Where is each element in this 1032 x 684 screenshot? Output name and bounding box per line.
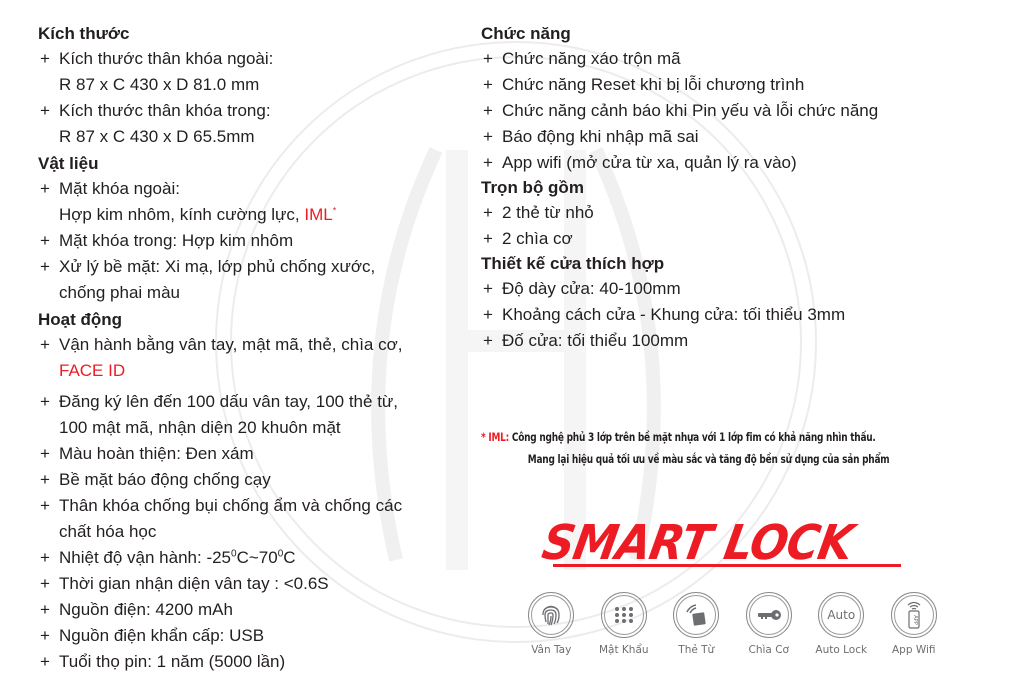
list-item: + App wifi (mở cửa từ xa, quản lý ra vào) — [481, 150, 1001, 176]
feature-auto-lock: Auto Auto Lock — [805, 592, 878, 656]
plus-bullet-icon: + — [40, 652, 50, 671]
list-item: + Nhiệt độ vận hành: -250C~700C — [38, 545, 478, 571]
list-item: + Kích thước thân khóa trong: R 87 x C 4… — [38, 98, 478, 150]
plus-bullet-icon: + — [483, 101, 493, 120]
section-functions: Chức năng + Chức năng xáo trộn mã + Chức n… — [481, 22, 1001, 176]
auto-lock-icon: Auto — [818, 592, 865, 638]
left-column: Kích thước + Kích thước thân khóa ngoài:… — [38, 22, 478, 675]
list-item: + Đố cửa: tối thiểu 100mm — [481, 328, 1001, 354]
plus-bullet-icon: + — [483, 153, 493, 172]
section-title: Hoạt động — [38, 310, 123, 329]
feature-label: Thẻ Từ — [678, 644, 715, 656]
list-item: + Độ dày cửa: 40-100mm — [481, 276, 1001, 302]
feature-fingerprint: Vân Tay — [515, 592, 588, 656]
feature-app-wifi: APP App Wifi — [878, 592, 951, 656]
plus-bullet-icon: + — [40, 49, 50, 68]
footnote-label: * IML: — [481, 430, 509, 444]
feature-keypad: Mật Khẩu — [588, 592, 661, 656]
keypad-icon — [600, 592, 647, 638]
list-item: + Nguồn điện: 4200 mAh — [38, 597, 478, 623]
list-item: + Thời gian nhận diện vân tay : <0.6S — [38, 571, 478, 597]
plus-bullet-icon: + — [483, 127, 493, 146]
list-item: + Xử lý bề mặt: Xi mạ, lớp phủ chống xướ… — [38, 254, 478, 306]
footnote-line-1: Công nghệ phủ 3 lớp trên bề mặt nhựa với… — [511, 430, 876, 444]
section-operation: Hoạt động + Vận hành bằng vân tay, mật m… — [38, 308, 478, 675]
list-item: + Đăng ký lên đến 100 dấu vân tay, 100 t… — [38, 389, 478, 441]
list-item: + Khoảng cách cửa - Khung cửa: tối thiểu … — [481, 302, 1001, 328]
plus-bullet-icon: + — [40, 392, 50, 411]
feature-label: App Wifi — [891, 644, 936, 656]
plus-bullet-icon: + — [483, 75, 493, 94]
section-title: Chức năng — [481, 24, 571, 43]
plus-bullet-icon: + — [483, 279, 493, 298]
fingerprint-icon — [528, 592, 575, 638]
list-item: + Vận hành bằng vân tay, mật mã, thẻ, ch… — [38, 332, 478, 384]
plus-bullet-icon: + — [40, 101, 50, 120]
section-package-contents: Trọn bộ gồm +2 thẻ từ nhỏ +2 chìa cơ — [481, 176, 1001, 252]
feature-label: Mật Khẩu — [598, 644, 649, 656]
section-title: Trọn bộ gồm — [481, 178, 584, 197]
feature-card: Thẻ Từ — [660, 592, 733, 656]
plus-bullet-icon: + — [40, 335, 50, 354]
list-item: + Tuổi thọ pin: 1 năm (5000 lần) — [38, 649, 478, 675]
plus-bullet-icon: + — [40, 600, 50, 619]
plus-bullet-icon: + — [40, 574, 50, 593]
key-icon — [745, 592, 792, 638]
plus-bullet-icon: + — [483, 203, 493, 222]
feature-label: Vân Tay — [531, 644, 572, 656]
plus-bullet-icon: + — [40, 179, 50, 198]
plus-bullet-icon: + — [483, 305, 493, 324]
feature-label: Chìa Cơ — [748, 644, 789, 656]
list-item: +2 thẻ từ nhỏ — [481, 200, 1001, 226]
section-dimensions: Kích thước + Kích thước thân khóa ngoài:… — [38, 22, 478, 150]
asterisk-mark: * — [332, 205, 337, 216]
plus-bullet-icon: + — [40, 231, 50, 250]
plus-bullet-icon: + — [483, 49, 493, 68]
list-item: + Mặt khóa ngoài: Hợp kim nhôm, kính cườ… — [38, 176, 478, 228]
footnote-line-2: Mang lại hiệu quả tối ưu về màu sắc và t… — [527, 452, 890, 466]
iml-highlight: IML — [304, 205, 333, 224]
plus-bullet-icon: + — [40, 548, 50, 567]
face-id-highlight: FACE ID — [59, 361, 126, 380]
feature-key: Chìa Cơ — [733, 592, 806, 656]
plus-bullet-icon: + — [40, 496, 50, 515]
right-column: Chức năng + Chức năng xáo trộn mã + Chức n… — [481, 22, 1001, 354]
section-door-design: Thiết kế cửa thích hợp + Độ dày cửa: 40-1… — [481, 252, 1001, 354]
logo-underline — [553, 564, 901, 567]
section-title: Thiết kế cửa thích hợp — [481, 254, 665, 273]
list-item: +2 chìa cơ — [481, 226, 1001, 252]
list-item: + Báo động khi nhập mã sai — [481, 124, 1001, 150]
app-wifi-icon: APP — [890, 592, 937, 638]
feature-icons: Vân Tay Mật Khẩu Thẻ Từ Chìa Cơ Auto Aut… — [515, 592, 950, 656]
section-materials: Vật liệu + Mặt khóa ngoài: Hợp kim nhôm,… — [38, 152, 478, 306]
list-item: + Bề mặt báo động chống cạy — [38, 467, 478, 493]
list-item: + Chức năng Reset khi bị lỗi chương trình — [481, 72, 1001, 98]
list-item: + Thân khóa chống bụi chống ẩm và chống … — [38, 493, 478, 545]
plus-bullet-icon: + — [483, 229, 493, 248]
plus-bullet-icon: + — [40, 626, 50, 645]
list-item: + Màu hoàn thiện: Đen xám — [38, 441, 478, 467]
list-item: + Nguồn điện khẩn cấp: USB — [38, 623, 478, 649]
plus-bullet-icon: + — [40, 257, 50, 276]
list-item: + Chức năng xáo trộn mã — [481, 46, 1001, 72]
iml-footnote: * IML: Công nghệ phủ 3 lớp trên bề mặt n… — [481, 426, 1027, 470]
app-icon-text: APP — [912, 615, 918, 624]
list-item: + Mặt khóa trong: Hợp kim nhôm — [38, 228, 478, 254]
card-icon — [673, 592, 720, 638]
list-item: + Chức năng cảnh báo khi Pin yếu và lỗi c… — [481, 98, 1001, 124]
section-title: Vật liệu — [38, 154, 99, 173]
list-item: + Kích thước thân khóa ngoài: R 87 x C 4… — [38, 46, 478, 98]
feature-label: Auto Lock — [815, 644, 868, 656]
section-title: Kích thước — [38, 24, 130, 43]
plus-bullet-icon: + — [40, 470, 50, 489]
plus-bullet-icon: + — [40, 444, 50, 463]
plus-bullet-icon: + — [483, 331, 493, 350]
